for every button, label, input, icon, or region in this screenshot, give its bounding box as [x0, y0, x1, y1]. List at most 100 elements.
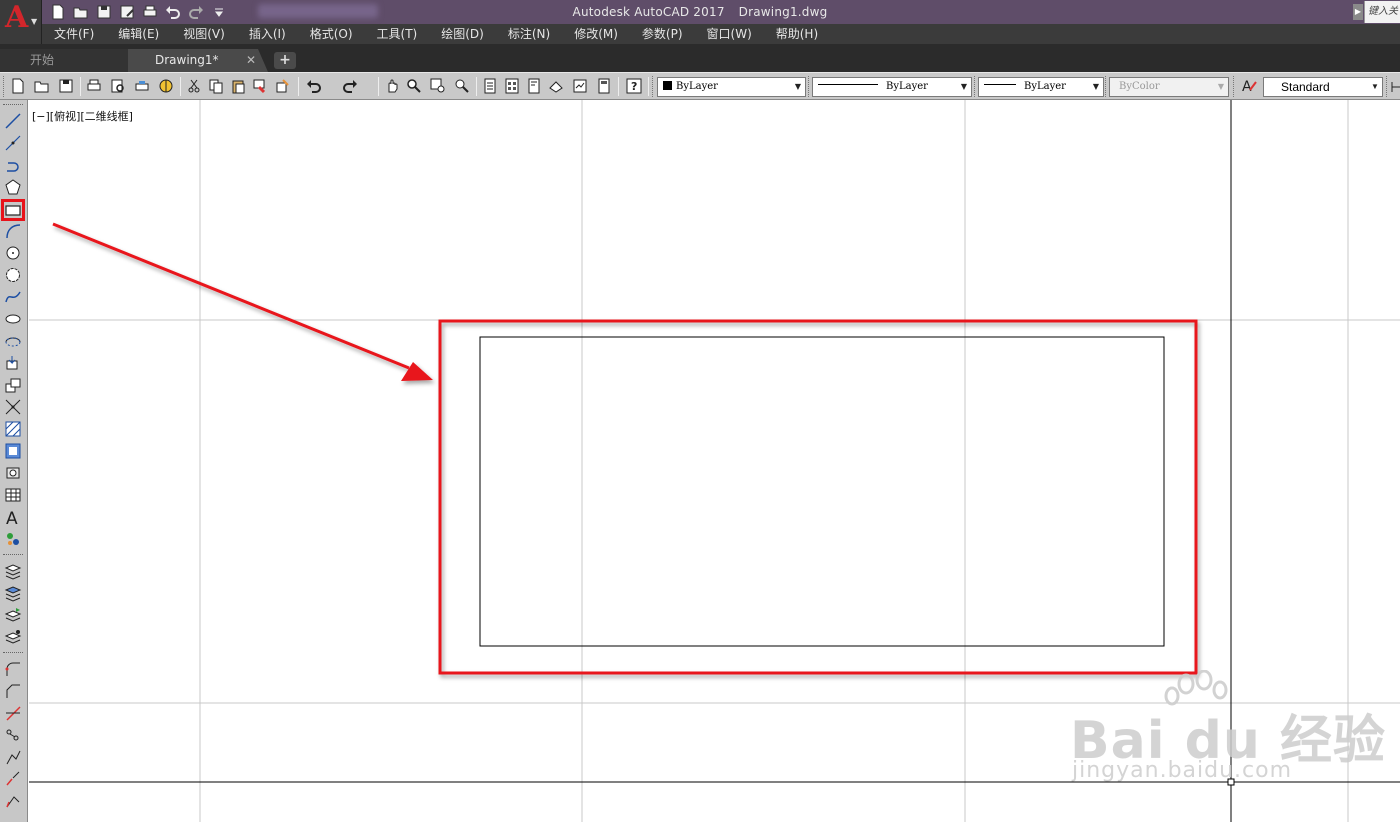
toolbar-separator [180, 77, 181, 96]
tab-start[interactable]: 开始 [0, 49, 145, 72]
sheet-set-icon[interactable] [548, 78, 564, 94]
break-icon[interactable] [4, 748, 22, 766]
edit-polyline-icon[interactable] [4, 792, 22, 810]
extend-icon[interactable] [4, 726, 22, 744]
layer-properties-icon[interactable] [4, 562, 22, 580]
text-style-icon[interactable]: A [1241, 78, 1257, 94]
ellipse-icon[interactable] [4, 310, 22, 328]
construction-line-icon[interactable] [4, 134, 22, 152]
layer-previous-icon[interactable] [4, 606, 22, 624]
arc-icon[interactable] [4, 222, 22, 240]
match-properties-icon[interactable] [252, 78, 268, 94]
dimension-style-icon[interactable] [1391, 78, 1400, 94]
circle-icon[interactable] [4, 244, 22, 262]
chamfer-icon[interactable] [4, 682, 22, 700]
plot-preview-icon[interactable] [110, 78, 126, 94]
autocad-window: Autodesk AutoCAD 2017 Drawing1.dwg ▶ 键入关 … [0, 0, 1400, 822]
annotation-arrow [52, 222, 433, 381]
hatch-icon[interactable] [4, 420, 22, 438]
markup-icon[interactable] [572, 78, 588, 94]
menu-draw[interactable]: 绘图(D) [429, 24, 496, 44]
plot-icon[interactable] [86, 78, 102, 94]
menu-edit[interactable]: 编辑(E) [106, 24, 171, 44]
window-title: Autodesk AutoCAD 2017 Drawing1.dwg [0, 0, 1400, 24]
standard-toolbar: ? ByLayer ▼ ByLayer ▼ ByLayer ▼ ByColor ▼ A … [0, 72, 1400, 100]
insert-block-icon[interactable] [4, 354, 22, 372]
polygon-icon[interactable] [4, 178, 22, 196]
trim-icon[interactable] [4, 704, 22, 722]
title-bar: Autodesk AutoCAD 2017 Drawing1.dwg ▶ 键入关 [0, 0, 1400, 24]
drawn-rectangle[interactable] [479, 336, 1165, 647]
add-selected-icon[interactable] [4, 530, 22, 548]
spline-icon[interactable] [4, 288, 22, 306]
document-tab-bar: 开始 Drawing1* ✕ + [0, 44, 1400, 72]
toolbar-grip[interactable] [3, 652, 23, 655]
menu-modify[interactable]: 修改(M) [562, 24, 630, 44]
calculator-icon[interactable] [596, 78, 612, 94]
menu-dimension[interactable]: 标注(N) [496, 24, 562, 44]
lineweight-dropdown[interactable]: ByLayer ▼ [978, 77, 1104, 97]
menu-file[interactable]: 文件(F) [42, 24, 106, 44]
undo-icon[interactable] [306, 78, 322, 94]
join-icon[interactable] [4, 770, 22, 788]
fillet-icon[interactable] [4, 660, 22, 678]
lineweight-value: ByLayer [1024, 81, 1066, 92]
viewport-controls[interactable]: [−][俯视][二维线框] [32, 108, 133, 124]
make-block-icon[interactable] [4, 376, 22, 394]
menu-format[interactable]: 格式(O) [298, 24, 365, 44]
menu-view[interactable]: 视图(V) [171, 24, 237, 44]
zoom-window-icon[interactable] [430, 78, 446, 94]
search-input[interactable]: 键入关 [1364, 1, 1400, 23]
gradient-icon[interactable] [4, 442, 22, 460]
toolbar-grip[interactable] [3, 104, 23, 107]
color-dropdown[interactable]: ByLayer ▼ [657, 77, 806, 97]
toolbar-separator [298, 77, 299, 96]
linetype-dropdown[interactable]: ByLayer ▼ [812, 77, 972, 97]
save-icon[interactable] [58, 78, 74, 94]
polyline-icon[interactable] [4, 156, 22, 174]
layer-states-icon[interactable] [4, 584, 22, 602]
design-center-palette-icon[interactable] [504, 78, 520, 94]
product-name: Autodesk AutoCAD 2017 [572, 5, 725, 19]
revision-cloud-icon[interactable] [4, 266, 22, 284]
help-icon[interactable]: ? [626, 78, 642, 94]
zoom-previous-icon[interactable] [454, 78, 470, 94]
toolbar-grip[interactable] [3, 554, 23, 557]
design-center-icon[interactable] [158, 78, 174, 94]
close-icon[interactable]: ✕ [246, 53, 256, 67]
region-icon[interactable] [4, 464, 22, 482]
linetype-value: ByLayer [886, 81, 928, 92]
menu-help[interactable]: 帮助(H) [764, 24, 830, 44]
chevron-down-icon: ▼ [1214, 78, 1228, 96]
block-editor-icon[interactable] [274, 78, 290, 94]
tool-palettes-icon[interactable] [526, 78, 542, 94]
paste-icon[interactable] [230, 78, 246, 94]
toolbar-separator [80, 77, 81, 96]
properties-icon[interactable] [482, 78, 498, 94]
new-icon[interactable] [10, 78, 26, 94]
layer-isolate-icon[interactable] [4, 628, 22, 646]
new-tab-button[interactable]: + [274, 52, 296, 69]
application-menu-button[interactable]: A ▼ [0, 0, 42, 44]
copy-icon[interactable] [208, 78, 224, 94]
menu-parametric[interactable]: 参数(P) [630, 24, 695, 44]
menu-tools[interactable]: 工具(T) [365, 24, 430, 44]
toolbar-grip [1233, 76, 1236, 97]
multiline-text-icon[interactable]: A [4, 508, 22, 526]
toolbar-grip[interactable] [652, 76, 655, 97]
pan-icon[interactable] [384, 78, 400, 94]
menu-insert[interactable]: 插入(I) [237, 24, 298, 44]
menu-window[interactable]: 窗口(W) [695, 24, 764, 44]
redo-icon[interactable] [342, 78, 358, 94]
point-icon[interactable] [4, 398, 22, 416]
zoom-realtime-icon[interactable] [406, 78, 422, 94]
open-icon[interactable] [34, 78, 50, 94]
cut-icon[interactable] [186, 78, 202, 94]
search-expand-icon[interactable]: ▶ [1353, 4, 1363, 20]
ellipse-arc-icon[interactable] [4, 332, 22, 350]
toolbar-grip[interactable] [3, 76, 6, 97]
publish-icon[interactable] [134, 78, 150, 94]
line-icon[interactable] [4, 112, 22, 130]
table-icon[interactable] [4, 486, 22, 504]
text-style-dropdown[interactable]: Standard ▼ [1263, 77, 1383, 97]
